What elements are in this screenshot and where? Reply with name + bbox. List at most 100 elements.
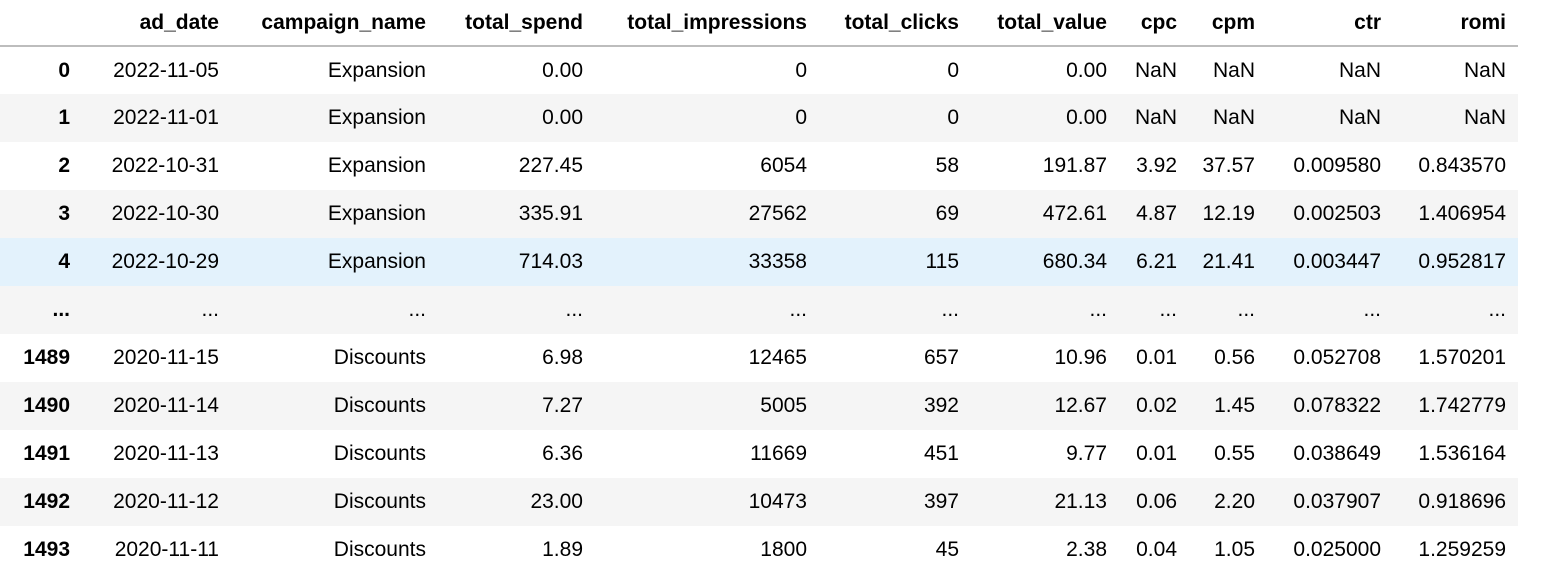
cell-ctr: NaN — [1338, 58, 1381, 82]
row-index: 1491 — [23, 442, 70, 465]
cell-cpm: 12.19 — [1202, 202, 1255, 225]
row-index: 0 — [58, 58, 70, 82]
cell-ad-date: 2022-10-31 — [111, 154, 219, 177]
cell-ad-date: 2020-11-13 — [113, 442, 219, 465]
cell-campaign-name: Expansion — [327, 154, 426, 177]
cell-campaign-name: Expansion — [327, 202, 426, 225]
cell-cpc: 6.21 — [1136, 250, 1177, 273]
cell-romi: 1.536164 — [1418, 442, 1506, 465]
cell-total-clicks: 397 — [923, 490, 959, 513]
cell-ad-date: 2022-10-30 — [111, 202, 219, 225]
cell-total-spend: 6.98 — [542, 346, 583, 369]
cell-ad-date: ... — [201, 298, 219, 321]
cell-total-impressions: 0 — [795, 106, 807, 129]
row-index: 1489 — [23, 346, 70, 369]
column-header: total_spend — [438, 0, 595, 47]
cell-total-impressions: 5005 — [760, 394, 807, 417]
cell-ctr: 0.003447 — [1293, 250, 1381, 273]
cell-campaign-name: Discounts — [333, 394, 426, 417]
cell-total-spend: 714.03 — [518, 250, 583, 273]
cell-total-value: 10.96 — [1054, 346, 1107, 369]
cell-cpc: 0.04 — [1136, 538, 1177, 561]
cell-total-impressions: 12465 — [748, 346, 807, 369]
cell-total-spend: 23.00 — [530, 490, 583, 513]
table-row: ................................. — [0, 286, 1518, 334]
cell-total-clicks: 451 — [923, 442, 959, 465]
cell-cpc: 0.01 — [1136, 442, 1177, 465]
cell-ad-date: 2020-11-14 — [113, 394, 219, 417]
row-index: 1 — [58, 106, 70, 129]
cell-total-clicks: 392 — [923, 394, 959, 417]
cell-cpc: 0.06 — [1136, 490, 1177, 513]
table-row: 3 2022-10-30 Expansion 335.91 27562 69 472.61 4… — [0, 190, 1518, 238]
cell-total-value: 21.13 — [1054, 490, 1107, 513]
cell-ctr: 0.078322 — [1293, 394, 1381, 417]
cell-total-clicks: 45 — [935, 538, 959, 561]
column-header: ctr — [1267, 0, 1393, 47]
table-row: 1492 2020-11-12 Discounts 23.00 10473 397 21.1… — [0, 478, 1518, 526]
table-row: 1493 2020-11-11 Discounts 1.89 1800 45 2.38 0.0… — [0, 526, 1518, 574]
row-index: 1492 — [23, 490, 70, 513]
cell-total-clicks: 657 — [923, 346, 959, 369]
column-header: cpc — [1119, 0, 1189, 47]
cell-total-spend: 7.27 — [542, 394, 583, 417]
cell-campaign-name: Discounts — [333, 442, 426, 465]
cell-ad-date: 2022-10-29 — [111, 250, 219, 273]
row-index: 2 — [58, 154, 70, 177]
row-index: ... — [52, 298, 70, 321]
cell-total-value: 472.61 — [1042, 202, 1107, 225]
cell-total-clicks: 0 — [947, 106, 959, 129]
cell-cpc: 4.87 — [1136, 202, 1177, 225]
table-row: 1 2022-11-01 Expansion 0.00 0 0 0.00 NaN NaN NaN N… — [0, 94, 1518, 142]
row-index: 1493 — [23, 538, 70, 561]
table-row: 2 2022-10-31 Expansion 227.45 6054 58 191.87 3.… — [0, 142, 1518, 190]
cell-romi: 0.918696 — [1418, 490, 1506, 513]
cell-cpm: NaN — [1212, 58, 1255, 82]
cell-ad-date: 2020-11-11 — [114, 538, 219, 561]
index-header — [0, 0, 82, 47]
cell-total-spend: 1.89 — [542, 538, 583, 561]
table-row: 1491 2020-11-13 Discounts 6.36 11669 451 9.77 0… — [0, 430, 1518, 478]
cell-ad-date: 2020-11-15 — [113, 346, 219, 369]
column-header: total_value — [971, 0, 1119, 47]
cell-campaign-name: Discounts — [333, 490, 426, 513]
cell-cpm: 0.56 — [1214, 346, 1255, 369]
cell-campaign-name: Expansion — [327, 106, 426, 129]
dataframe-output: ad_date campaign_name total_spend total_… — [0, 0, 1518, 574]
cell-ctr: 0.002503 — [1293, 202, 1381, 225]
cell-cpc: 0.01 — [1136, 346, 1177, 369]
cell-cpc: 3.92 — [1136, 154, 1177, 177]
header-row: ad_date campaign_name total_spend total_… — [0, 0, 1518, 47]
cell-total-impressions: 33358 — [748, 250, 807, 273]
table-body: 0 2022-11-05 Expansion 0.00 0 0 0.00 NaN NaN NaN N… — [0, 46, 1518, 574]
cell-ctr: 0.038649 — [1293, 442, 1381, 465]
cell-cpm: 0.55 — [1214, 442, 1255, 465]
dataframe-table: ad_date campaign_name total_spend total_… — [0, 0, 1518, 574]
cell-cpm: 21.41 — [1202, 250, 1255, 273]
cell-total-impressions: 27562 — [748, 202, 807, 225]
cell-total-value: 0.00 — [1066, 58, 1107, 82]
cell-romi: ... — [1488, 298, 1506, 321]
cell-romi: 1.742779 — [1418, 394, 1506, 417]
cell-cpm: 2.20 — [1214, 490, 1255, 513]
cell-ad-date: 2020-11-12 — [113, 490, 219, 513]
cell-total-spend: 0.00 — [542, 106, 583, 129]
table-row: 4 2022-10-29 Expansion 714.03 33358 115 680.34… — [0, 238, 1518, 286]
column-header: ad_date — [82, 0, 231, 47]
cell-total-value: 191.87 — [1042, 154, 1107, 177]
cell-total-clicks: 115 — [925, 250, 959, 273]
row-index: 4 — [58, 250, 70, 273]
cell-total-spend: 6.36 — [542, 442, 583, 465]
cell-total-impressions: 10473 — [748, 490, 807, 513]
cell-total-clicks: 0 — [947, 58, 959, 82]
table-row: 1490 2020-11-14 Discounts 7.27 5005 392 12.67 0… — [0, 382, 1518, 430]
cell-romi: NaN — [1463, 58, 1506, 82]
cell-total-impressions: 0 — [795, 58, 807, 82]
cell-romi: 1.406954 — [1418, 202, 1506, 225]
cell-total-value: 9.77 — [1066, 442, 1107, 465]
table-row: 0 2022-11-05 Expansion 0.00 0 0 0.00 NaN NaN NaN N… — [0, 46, 1518, 94]
cell-cpm: ... — [1237, 298, 1255, 321]
cell-ctr: NaN — [1338, 106, 1381, 129]
cell-ad-date: 2022-11-01 — [113, 106, 219, 129]
cell-romi: NaN — [1463, 106, 1506, 129]
